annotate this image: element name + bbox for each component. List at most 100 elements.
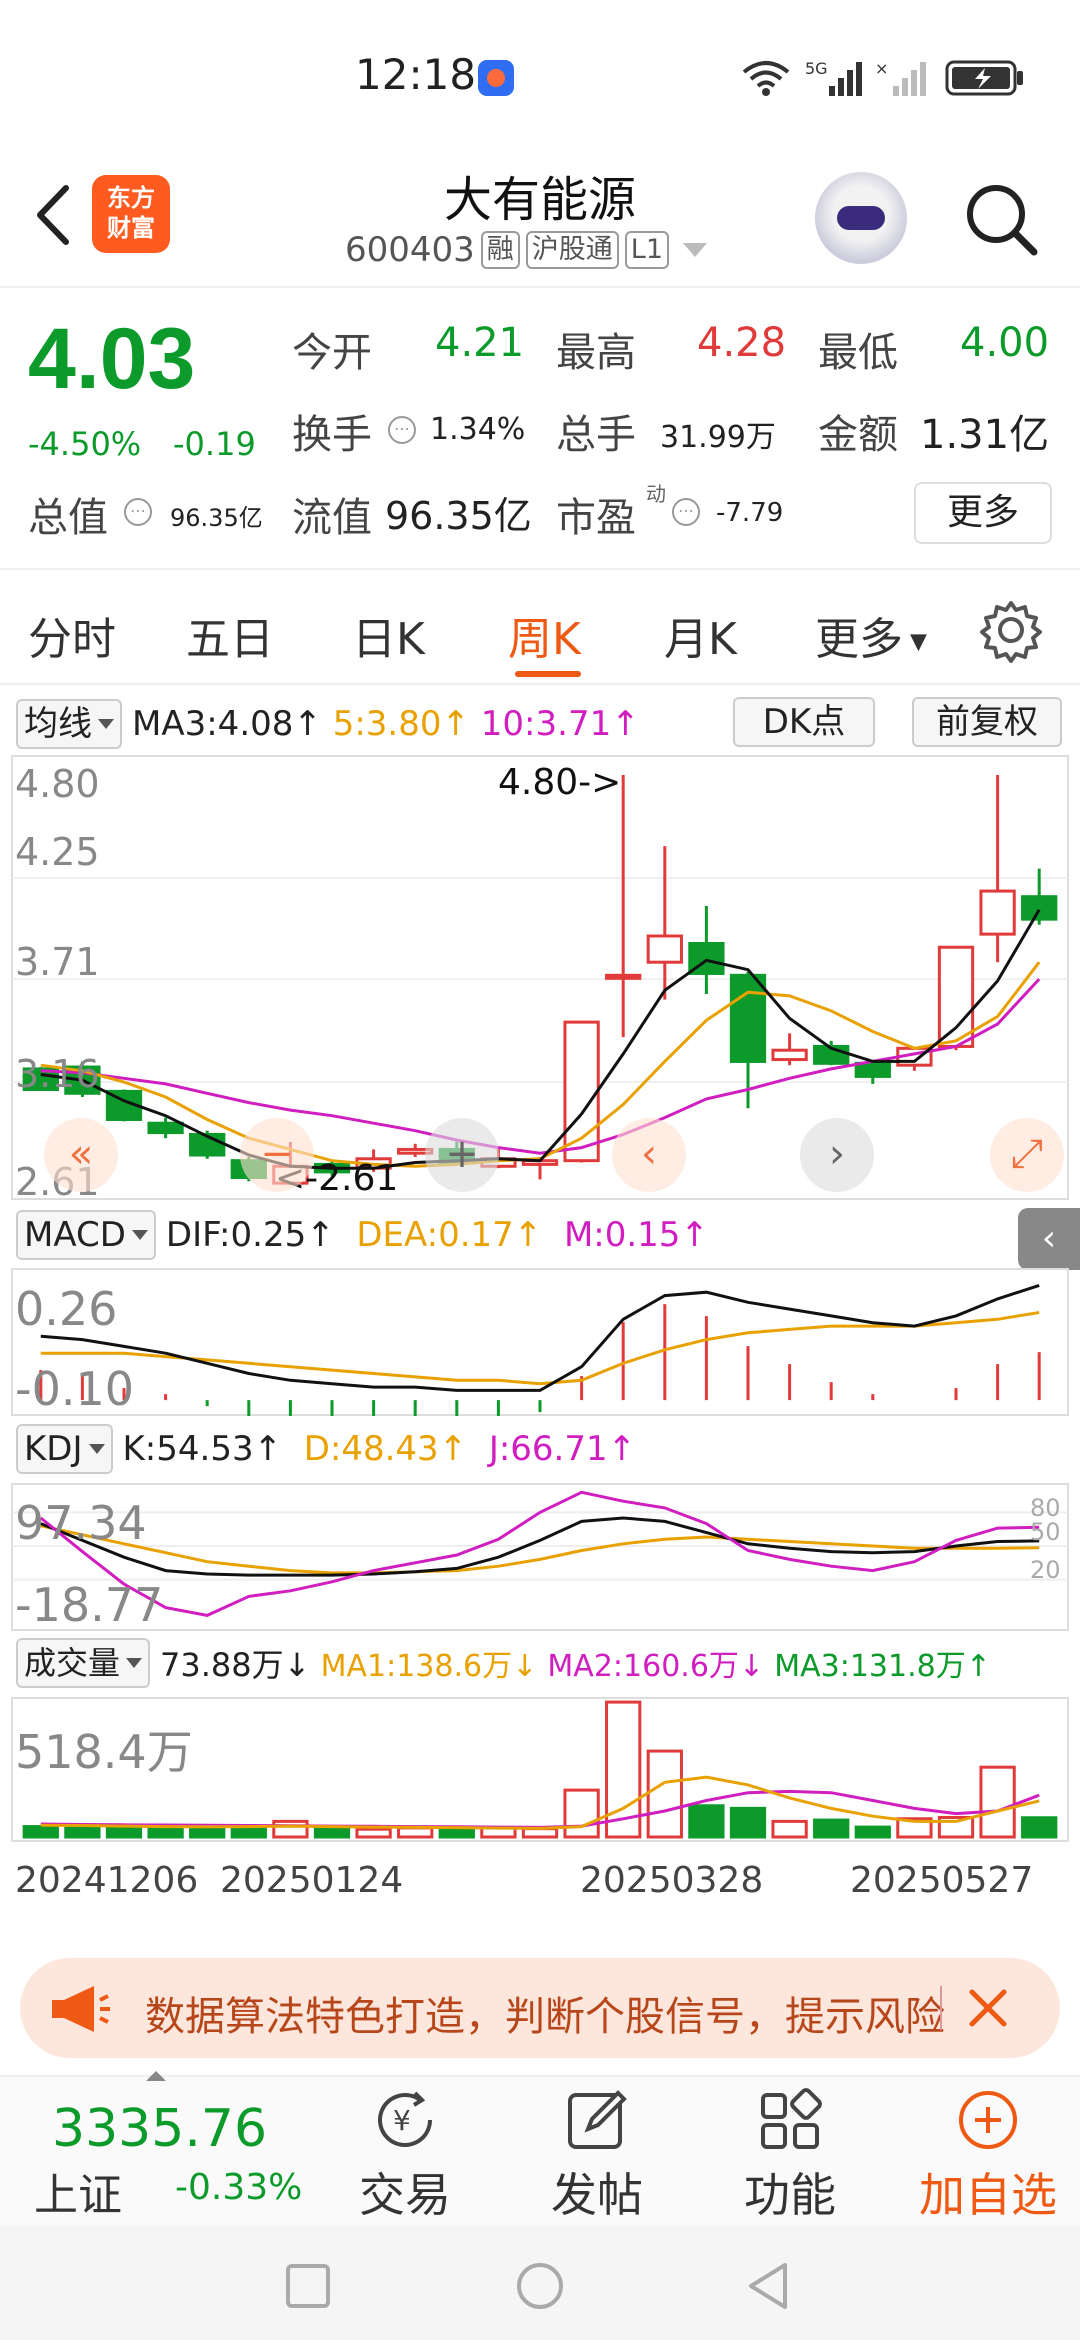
candle-body xyxy=(605,973,642,980)
stock-header: 东方 财富 大有能源 600403 融 沪股通 L1 xyxy=(0,150,1080,288)
index-name[interactable]: 上证 xyxy=(34,2159,122,2223)
candle-body xyxy=(729,973,767,1063)
banner-text: 数据算法特色打造，判断个股信号，提示风险 xyxy=(145,1994,945,2040)
add-circle-icon xyxy=(959,2091,1017,2149)
volume-selector[interactable]: 成交量 xyxy=(16,1638,151,1688)
ma5-value: 5:3.80↑ xyxy=(332,704,470,744)
high-marker: 4.80-> xyxy=(498,762,622,803)
j-line xyxy=(39,1490,1040,1617)
post-label: 发帖 xyxy=(551,2168,643,2222)
macd-axis-bottom: -0.10 xyxy=(15,1362,135,1416)
turnover-label: 换手 xyxy=(292,412,372,458)
search-icon[interactable] xyxy=(960,178,1042,260)
tab-five-day[interactable]: 五日 xyxy=(186,603,274,667)
megaphone-icon xyxy=(52,1986,110,2032)
date-label: 20241206 xyxy=(15,1860,199,1901)
scroll-left-icon[interactable]: ‹ xyxy=(612,1118,686,1192)
zoom-in-icon[interactable]: + xyxy=(425,1118,499,1192)
ma-selector[interactable]: 均线 xyxy=(16,699,122,749)
stock-code: 600403 xyxy=(345,230,475,270)
caret-up-icon xyxy=(146,2071,166,2081)
volume-bar xyxy=(272,1819,309,1839)
functions-button[interactable]: 功能 xyxy=(715,2085,865,2225)
ai-assistant-avatar-icon[interactable] xyxy=(815,172,907,264)
pe-label: 市盈 xyxy=(556,495,636,541)
price-axis-top: 4.80 xyxy=(15,762,100,806)
home-icon[interactable] xyxy=(515,2261,565,2311)
last-price: 4.03 xyxy=(28,311,196,407)
zoom-out-icon[interactable]: − xyxy=(240,1118,314,1192)
status-bar: 12:18 5G × xyxy=(0,0,1080,150)
adjust-button[interactable]: 前复权 xyxy=(912,697,1062,747)
recent-apps-icon[interactable] xyxy=(285,2263,331,2309)
macd-chart[interactable] xyxy=(0,1268,1080,1416)
info-icon[interactable]: ⋯ xyxy=(388,416,416,444)
volume-label: 总手 xyxy=(556,412,636,458)
tab-weekly-k[interactable]: 周K xyxy=(508,603,581,667)
notice-banner[interactable]: 数据算法特色打造，判断个股信号，提示风险 xyxy=(20,1958,1060,2058)
grid-icon xyxy=(761,2088,822,2149)
kdj-selector[interactable]: KDJ xyxy=(16,1424,113,1474)
open-label: 今开 xyxy=(292,330,372,376)
macd-selector[interactable]: MACD xyxy=(16,1210,156,1260)
vol-ma2-value: MA2:160.6万↓ xyxy=(547,1649,765,1684)
volume-bar xyxy=(189,1826,226,1839)
market-cap-label: 总值 xyxy=(28,495,108,541)
trade-button[interactable]: ¥ 交易 xyxy=(330,2085,480,2225)
trade-icon: ¥ xyxy=(378,2091,432,2147)
scroll-left-fast-icon[interactable]: « xyxy=(44,1118,118,1192)
ma-selector-label: 均线 xyxy=(24,704,92,744)
candlestick-chart[interactable] xyxy=(0,755,1080,1200)
quote-panel: 4.03 -4.50% -0.19 今开 4.21 最高 4.28 最低 4.0… xyxy=(0,290,1080,570)
volume-value: 73.88万↓ xyxy=(160,1646,311,1684)
system-nav-bar xyxy=(0,2225,1080,2340)
svg-text:¥: ¥ xyxy=(393,2104,411,2137)
stock-code-row[interactable]: 600403 融 沪股通 L1 xyxy=(345,230,708,270)
volume-bar xyxy=(771,1819,808,1839)
index-value[interactable]: 3335.76 xyxy=(52,2099,267,2159)
scroll-right-icon[interactable]: › xyxy=(800,1118,874,1192)
volume-bar xyxy=(147,1825,184,1839)
price-axis-2: 4.25 xyxy=(15,830,100,874)
svg-text:5G: 5G xyxy=(805,59,828,78)
date-label: 20250328 xyxy=(580,1860,764,1901)
low-value: 4.00 xyxy=(960,320,1050,366)
status-time: 12:18 xyxy=(355,50,477,99)
info-icon[interactable]: ⋯ xyxy=(124,498,152,526)
info-icon[interactable]: ⋯ xyxy=(672,498,700,526)
back-icon[interactable] xyxy=(745,2261,791,2311)
dif-value: DIF:0.25↑ xyxy=(165,1215,335,1255)
chevron-down-icon xyxy=(683,243,708,257)
open-value: 4.21 xyxy=(435,320,525,366)
fullscreen-icon[interactable]: ⤢ xyxy=(990,1118,1064,1192)
dropdown-triangle-icon xyxy=(126,1658,143,1668)
tab-more[interactable]: 更多 ▼ xyxy=(815,603,927,667)
pe-value: -7.79 xyxy=(716,498,784,528)
banner-divider xyxy=(940,1986,942,2030)
add-watchlist-button[interactable]: 加自选 xyxy=(908,2085,1068,2225)
cell-signal-icon: 5G xyxy=(805,59,862,96)
collapse-panel-icon[interactable]: ‹ xyxy=(1018,1208,1080,1270)
pe-dynamic-sup: 动 xyxy=(646,482,666,506)
tab-intraday[interactable]: 分时 xyxy=(28,603,116,667)
more-quote-button[interactable]: 更多 xyxy=(914,482,1052,544)
macd-selector-label: MACD xyxy=(24,1215,126,1255)
volume-bar xyxy=(521,1827,559,1839)
price-axis-4: 3.16 xyxy=(15,1052,100,1096)
functions-label: 功能 xyxy=(744,2168,836,2222)
gear-icon[interactable] xyxy=(978,597,1044,663)
connect-tag: 沪股通 xyxy=(525,231,619,269)
post-button[interactable]: 发帖 xyxy=(522,2085,672,2225)
bottom-nav: 3335.76 上证 -0.33% ¥ 交易 发帖 功能 加自选 xyxy=(0,2071,1080,2225)
macd-axis-top: 0.26 xyxy=(15,1282,118,1336)
candle-body xyxy=(937,945,975,1048)
j-value: J:66.71↑ xyxy=(488,1429,637,1469)
level-tag: L1 xyxy=(624,231,670,269)
dk-point-button[interactable]: DK点 xyxy=(733,697,875,747)
macd-chart-frame xyxy=(11,1268,1069,1416)
tab-daily-k[interactable]: 日K xyxy=(352,603,425,667)
low-label: 最低 xyxy=(818,330,898,376)
close-icon[interactable] xyxy=(960,1980,1016,2036)
tab-monthly-k[interactable]: 月K xyxy=(664,603,737,667)
active-tab-indicator xyxy=(515,671,581,677)
